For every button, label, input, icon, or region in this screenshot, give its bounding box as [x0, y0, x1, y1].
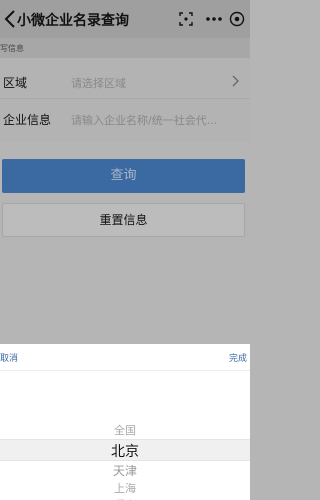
picker-option[interactable]: 上海 [0, 480, 250, 496]
picker-toolbar: 取消 完成 [0, 344, 250, 371]
divider [0, 98, 250, 99]
company-field[interactable]: 企业信息 请输入企业名称/统一社会代... [0, 102, 250, 136]
query-form: 写信息 区域 请选择区域 企业信息 请输入企业名称/统一社会代... [0, 38, 250, 142]
company-label: 企业信息 [3, 113, 52, 127]
navigation-bar: 小微企业名录查询 [0, 0, 250, 38]
page-title: 小微企业名录查询 [17, 13, 129, 29]
reset-button[interactable]: 重置信息 [2, 203, 245, 237]
picker-done-button[interactable]: 完成 [229, 351, 247, 364]
region-select[interactable]: 请选择区域 [71, 75, 247, 91]
picker-option-selected[interactable]: 北京 [0, 441, 250, 461]
region-field[interactable]: 区域 请选择区域 [0, 65, 250, 99]
scan-icon[interactable] [179, 12, 193, 26]
section-header: 写信息 [0, 38, 250, 58]
picker-cancel-button[interactable]: 取消 [0, 351, 18, 364]
picker-option[interactable]: 重庆 [0, 496, 250, 500]
region-picker: 取消 完成 全国 北京 天津 上海 重庆 [0, 344, 250, 500]
picker-option[interactable]: 天津 [0, 462, 250, 479]
query-button[interactable]: 查询 [2, 159, 245, 193]
region-label: 区域 [3, 76, 28, 90]
close-circle-icon[interactable] [229, 11, 245, 27]
company-input[interactable]: 请输入企业名称/统一社会代... [71, 112, 247, 128]
more-dots-icon[interactable] [205, 12, 223, 26]
picker-option[interactable]: 全国 [0, 422, 250, 438]
chevron-right-icon [232, 75, 239, 87]
